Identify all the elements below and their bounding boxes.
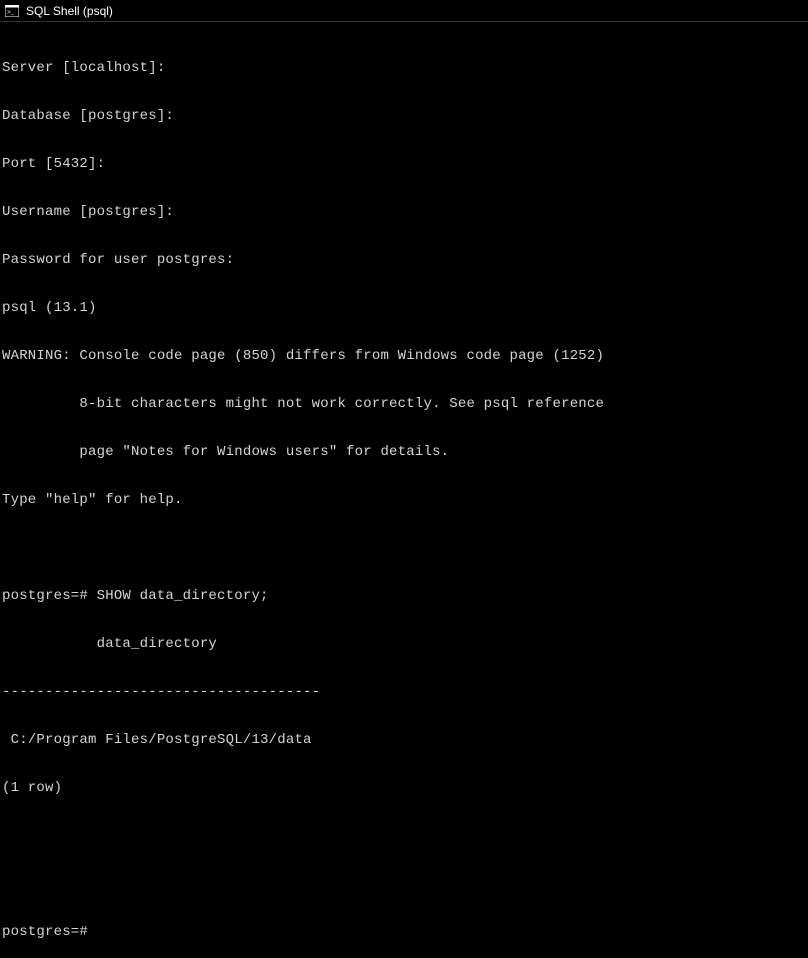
terminal-line: WARNING: Console code page (850) differs… <box>2 348 806 364</box>
title-bar: >_ SQL Shell (psql) <box>0 0 808 22</box>
terminal-icon: >_ <box>4 3 20 19</box>
window-title: SQL Shell (psql) <box>26 4 113 18</box>
terminal-line: (1 row) <box>2 780 806 796</box>
terminal-line: page "Notes for Windows users" for detai… <box>2 444 806 460</box>
terminal-line: ------------------------------------- <box>2 684 806 700</box>
terminal-line: Username [postgres]: <box>2 204 806 220</box>
terminal-line: 8-bit characters might not work correctl… <box>2 396 806 412</box>
terminal-line: Server [localhost]: <box>2 60 806 76</box>
terminal-line <box>2 540 806 556</box>
terminal-line <box>2 828 806 844</box>
terminal-prompt[interactable]: postgres=# <box>2 924 806 940</box>
terminal-line: data_directory <box>2 636 806 652</box>
terminal-output[interactable]: Server [localhost]: Database [postgres]:… <box>0 22 808 958</box>
terminal-line: Port [5432]: <box>2 156 806 172</box>
terminal-line: Type "help" for help. <box>2 492 806 508</box>
terminal-line: psql (13.1) <box>2 300 806 316</box>
terminal-line: Password for user postgres: <box>2 252 806 268</box>
terminal-line: postgres=# SHOW data_directory; <box>2 588 806 604</box>
terminal-line: C:/Program Files/PostgreSQL/13/data <box>2 732 806 748</box>
terminal-line <box>2 876 806 892</box>
svg-text:>_: >_ <box>7 9 15 16</box>
terminal-line: Database [postgres]: <box>2 108 806 124</box>
